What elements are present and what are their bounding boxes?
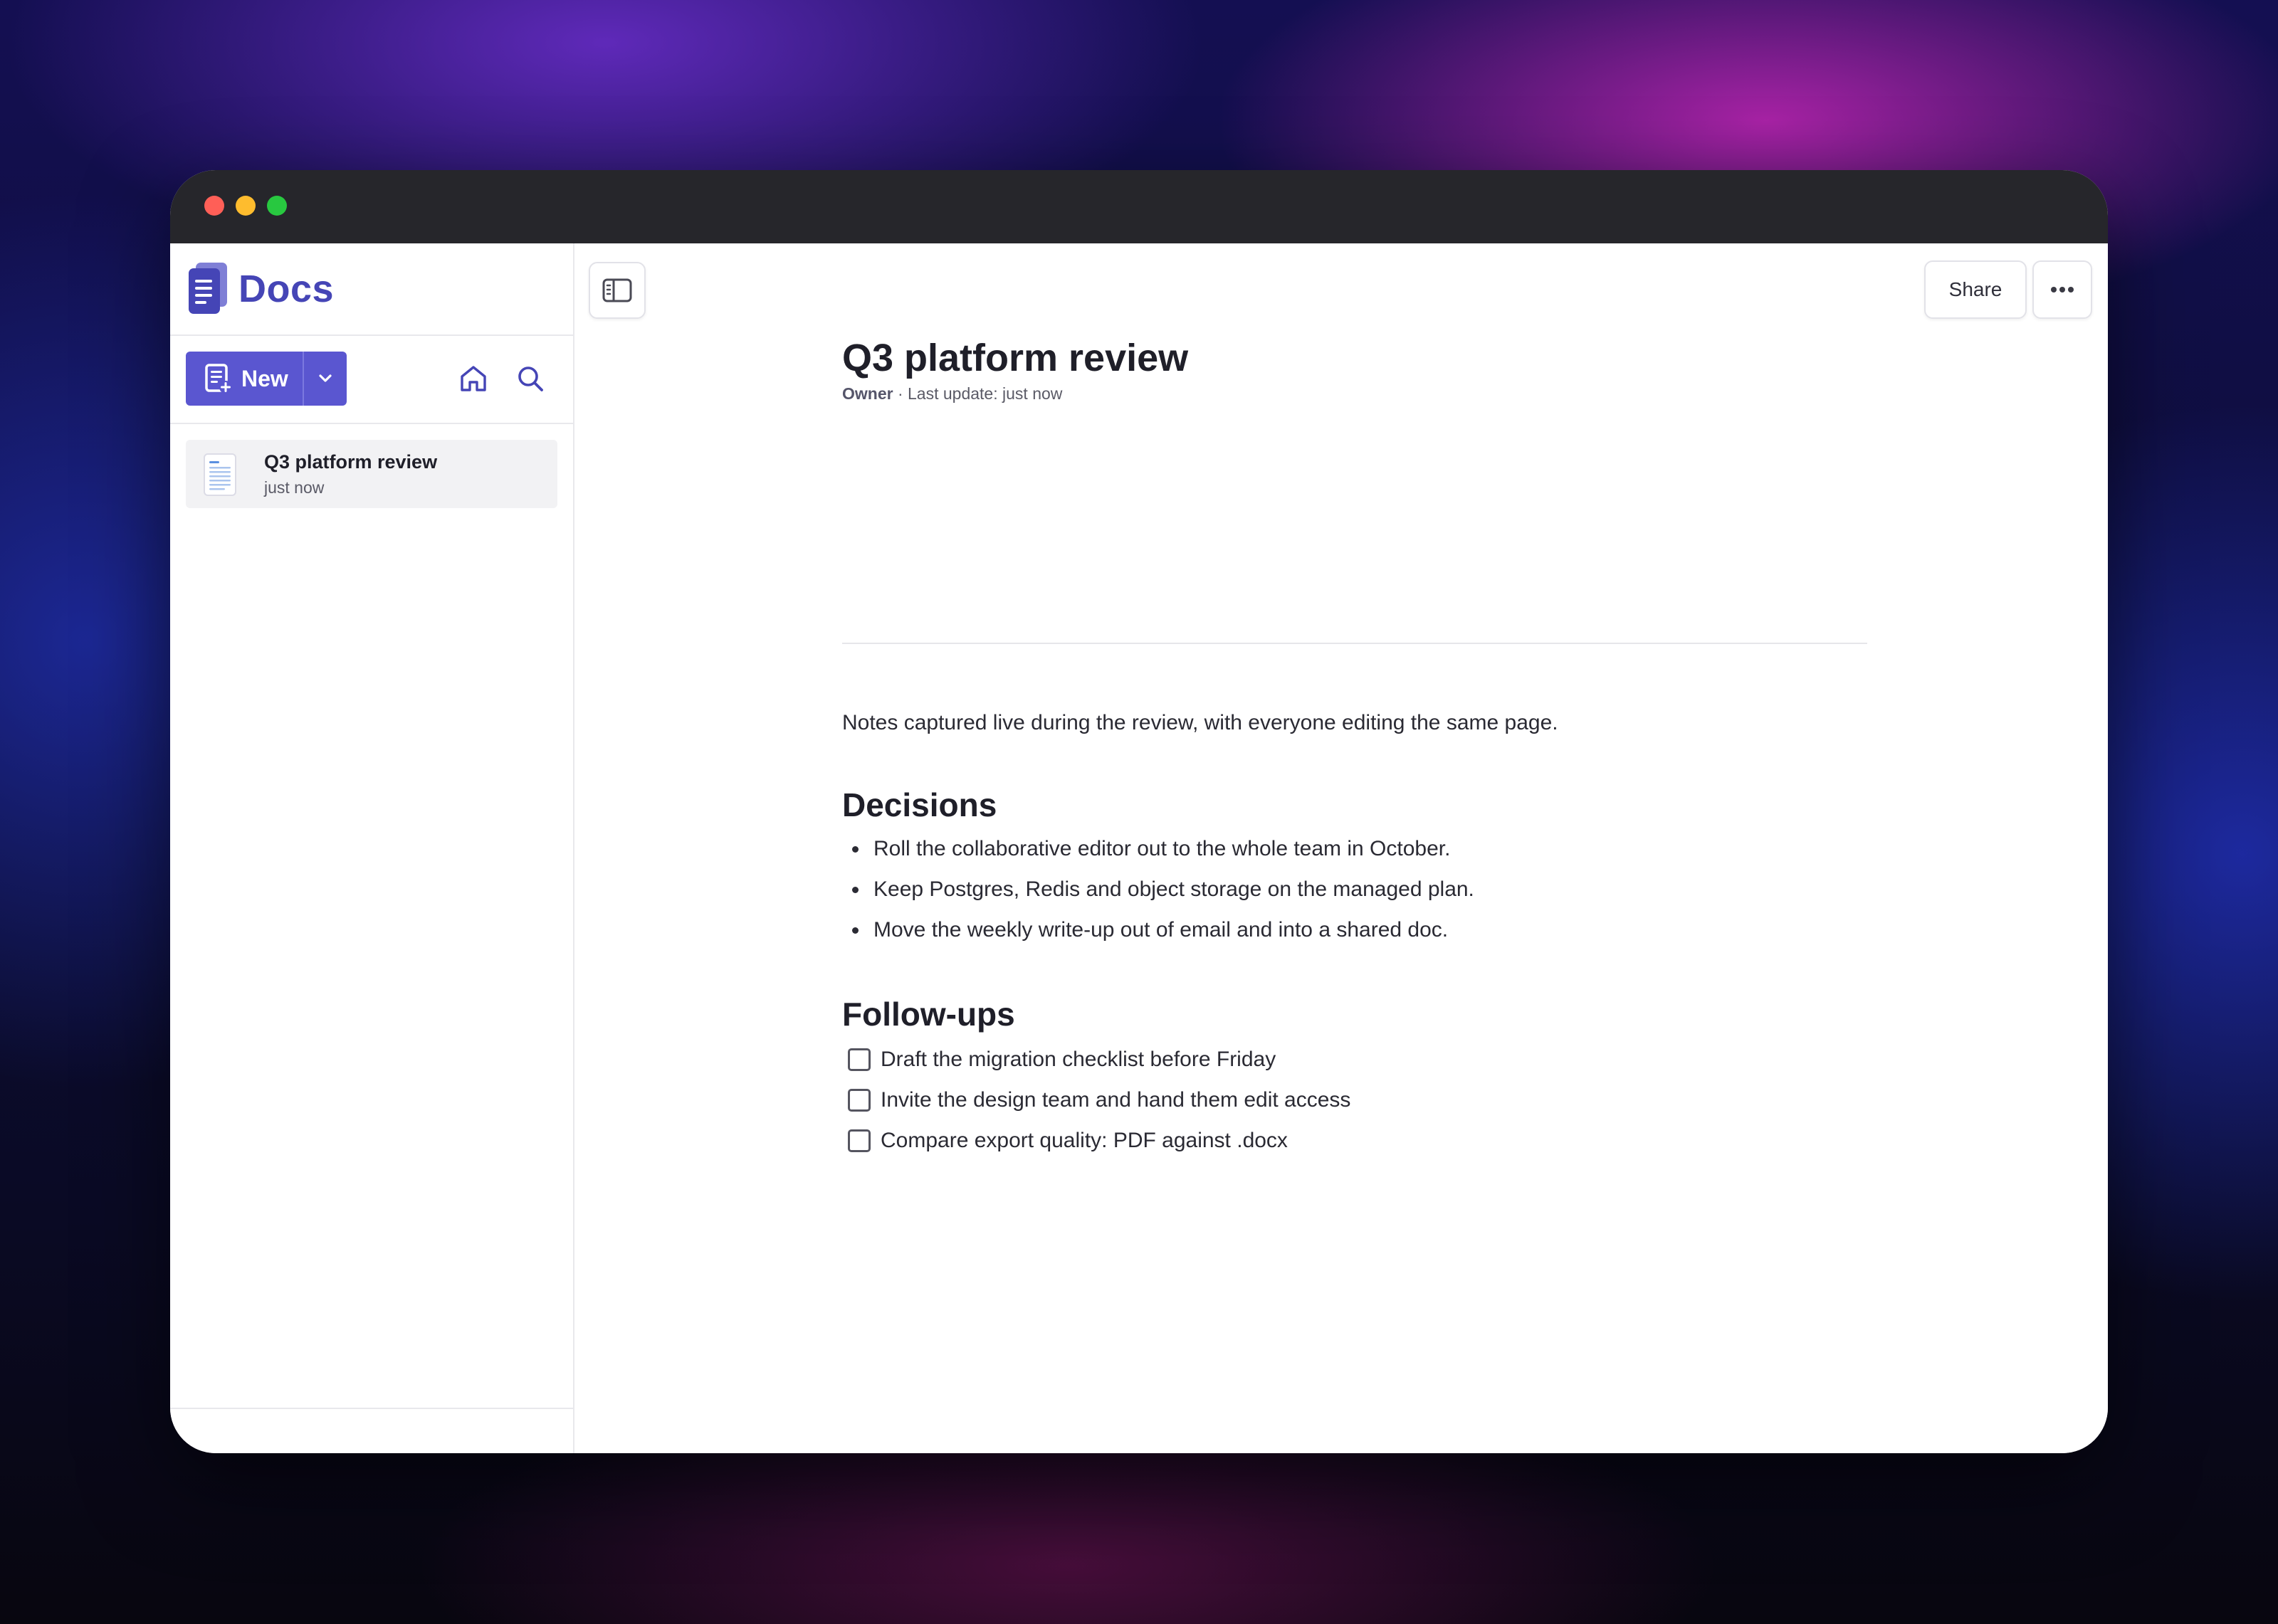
sidebar-divider [170, 334, 573, 336]
search-button[interactable] [509, 357, 552, 400]
home-icon [461, 366, 486, 391]
list-item-text: Move the weekly write-up out of email an… [873, 918, 1449, 942]
sidebar-doc-item[interactable]: Q3 platform review just now [186, 440, 557, 508]
doc-meta: Owner · Last update: just now [842, 384, 1062, 404]
window-titlebar [170, 170, 2108, 243]
maximize-window-button[interactable] [267, 196, 287, 216]
home-button[interactable] [452, 357, 495, 400]
sidebar-footer-divider [170, 1408, 573, 1409]
page-title[interactable]: Q3 platform review [842, 336, 1188, 380]
bullet-dot [852, 845, 859, 853]
decisions-heading[interactable]: Decisions [842, 786, 997, 824]
list-item-text: Keep Postgres, Redis and object storage … [873, 877, 1474, 901]
sidebar-divider [170, 423, 573, 424]
list-item[interactable]: Move the weekly write-up out of email an… [842, 918, 1448, 942]
new-doc-label: New [241, 365, 288, 391]
sidebar: Docs New Q3 platform review just now [170, 243, 574, 1453]
new-doc-button[interactable]: New [186, 352, 303, 406]
task-item: Invite the design team and hand them edi… [842, 1088, 1350, 1112]
new-doc-group: New [186, 352, 347, 406]
new-doc-dropdown-button[interactable] [303, 352, 347, 406]
new-doc-icon [205, 364, 232, 394]
sidebar-toggle-icon [602, 278, 632, 302]
more-icon [2051, 287, 2074, 292]
doc-last-update: · Last update: just now [893, 384, 1063, 403]
list-item[interactable]: Keep Postgres, Redis and object storage … [842, 877, 1474, 902]
task-item: Draft the migration checklist before Fri… [842, 1048, 1276, 1072]
task-checkbox[interactable] [848, 1129, 871, 1152]
list-item[interactable]: Roll the collaborative editor out to the… [842, 837, 1450, 861]
title-divider [842, 643, 1867, 644]
doc-owner-role: Owner [842, 384, 893, 403]
share-button[interactable]: Share [1924, 260, 2027, 319]
brand[interactable]: Docs [186, 262, 334, 316]
doc-item-time: just now [264, 478, 325, 497]
brand-name: Docs [238, 268, 335, 310]
bullet-dot [852, 927, 859, 934]
app-window: Docs New Q3 platform review just now Sha… [170, 170, 2108, 1453]
minimize-window-button[interactable] [236, 196, 256, 216]
docs-logo-icon [189, 263, 227, 314]
main-content: Share Q3 platform review Owner · Last up… [574, 243, 2108, 1453]
task-text[interactable]: Compare export quality: PDF against .doc… [881, 1129, 1288, 1153]
task-item: Compare export quality: PDF against .doc… [842, 1129, 1288, 1153]
more-options-button[interactable] [2032, 260, 2092, 319]
search-icon [518, 367, 543, 391]
doc-file-icon [204, 453, 236, 496]
task-text[interactable]: Draft the migration checklist before Fri… [881, 1048, 1276, 1072]
doc-item-title: Q3 platform review [264, 451, 438, 473]
task-checkbox[interactable] [848, 1048, 871, 1071]
intro-paragraph[interactable]: Notes captured live during the review, w… [842, 711, 1558, 735]
bullet-dot [852, 886, 859, 893]
task-text[interactable]: Invite the design team and hand them edi… [881, 1088, 1350, 1112]
task-checkbox[interactable] [848, 1089, 871, 1112]
followups-heading[interactable]: Follow-ups [842, 995, 1015, 1033]
chevron-down-icon [319, 374, 332, 382]
close-window-button[interactable] [204, 196, 224, 216]
sidebar-toggle-button[interactable] [589, 262, 646, 319]
list-item-text: Roll the collaborative editor out to the… [873, 837, 1451, 860]
